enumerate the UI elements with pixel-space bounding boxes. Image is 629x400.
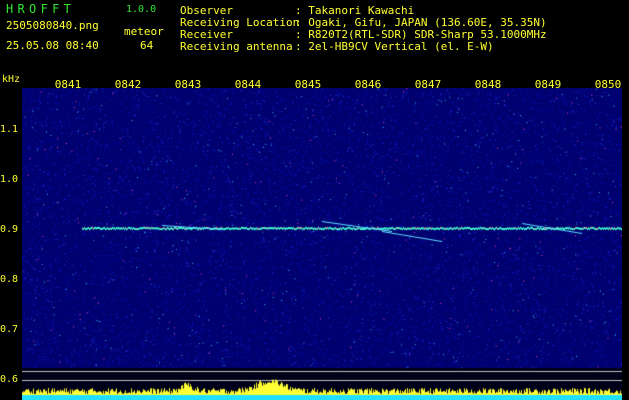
app-title: HROFFT: [6, 2, 76, 16]
y-tick: 0.6: [0, 374, 19, 385]
y-tick: 0.7: [0, 324, 19, 335]
header-panel: HROFFT 1.0.0 2505080840.png 25.05.08 08:…: [0, 0, 629, 56]
y-tick: 1.0: [0, 174, 19, 185]
spectrogram-plot: [22, 88, 622, 400]
file-datetime: 25.05.08 08:40: [6, 39, 99, 52]
info-label-antenna: Receiving antenna: [180, 40, 293, 53]
meteor-count: 64: [140, 39, 154, 52]
y-tick: 0.8: [0, 274, 19, 285]
app-version: 1.0.0: [126, 4, 157, 15]
y-tick: 0.9: [0, 224, 19, 235]
file-name: 2505080840.png: [6, 19, 99, 32]
y-tick: 1.1: [0, 124, 19, 135]
plot-right-border: [622, 88, 629, 400]
meteor-label: meteor: [124, 25, 164, 38]
info-value-antenna: : 2el-HB9CV Vertical (el. E-W): [295, 40, 494, 53]
